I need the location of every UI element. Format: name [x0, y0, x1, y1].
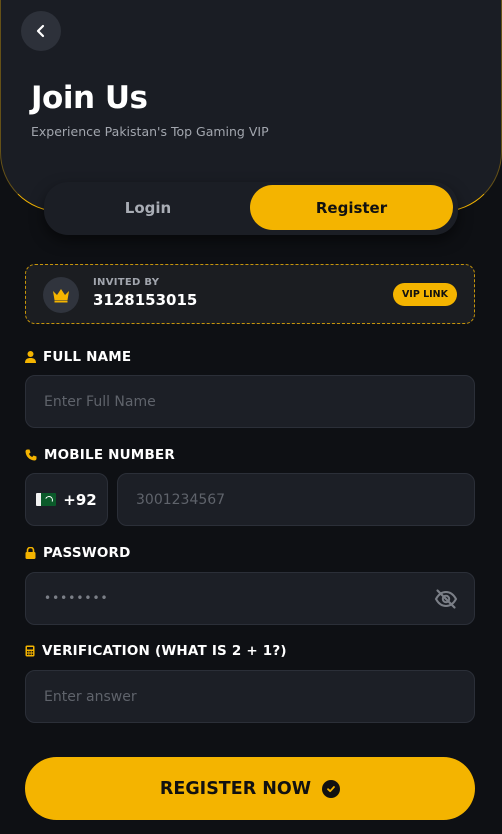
full-name-input[interactable] [26, 376, 474, 427]
password-label-text: PASSWORD [43, 545, 131, 561]
check-circle-icon [322, 779, 341, 798]
invite-card: INVITED BY 3128153015 VIP LINK [25, 264, 475, 324]
tab-register[interactable]: Register [250, 185, 453, 230]
crown-icon [53, 289, 69, 303]
mobile-label-text: MOBILE NUMBER [44, 447, 175, 463]
verification-label: VERIFICATION (WHAT IS 2 + 1?) [25, 643, 287, 659]
password-field[interactable]: •••••••• [25, 572, 475, 625]
full-name-label-text: FULL NAME [43, 349, 132, 365]
register-page: Join Us Experience Pakistan's Top Gaming… [0, 0, 502, 834]
full-name-field [25, 375, 475, 428]
user-icon [25, 351, 36, 363]
crown-avatar [43, 277, 79, 313]
calculator-icon [25, 645, 35, 657]
back-button[interactable] [21, 11, 61, 51]
password-value: •••••••• [44, 591, 109, 605]
vip-link-badge: VIP LINK [392, 283, 457, 306]
header-card: Join Us Experience Pakistan's Top Gaming… [0, 0, 502, 212]
invite-code: 3128153015 [93, 291, 198, 309]
eye-off-icon [434, 589, 458, 609]
register-now-button[interactable]: REGISTER NOW [25, 757, 475, 820]
mobile-field [117, 473, 475, 526]
verification-input[interactable] [26, 671, 474, 722]
mobile-input[interactable] [118, 474, 474, 525]
back-arrow-icon [36, 24, 45, 38]
page-subtitle: Experience Pakistan's Top Gaming VIP [31, 124, 269, 139]
full-name-label: FULL NAME [25, 349, 131, 365]
register-now-label: REGISTER NOW [159, 778, 312, 799]
phone-icon [25, 449, 37, 461]
country-code: +92 [63, 490, 97, 509]
page-title: Join Us [31, 80, 148, 116]
pakistan-flag-icon [36, 493, 57, 506]
tab-login[interactable]: Login [48, 185, 248, 230]
toggle-password-button[interactable] [434, 587, 458, 611]
invited-by-label: INVITED BY [93, 277, 160, 288]
verification-label-text: VERIFICATION (WHAT IS 2 + 1?) [42, 643, 287, 659]
lock-icon [25, 547, 36, 559]
auth-tabs: Login Register [44, 182, 458, 235]
password-label: PASSWORD [25, 545, 131, 561]
verification-field [25, 670, 475, 723]
country-code-selector[interactable]: +92 [25, 473, 108, 526]
mobile-label: MOBILE NUMBER [25, 447, 175, 463]
